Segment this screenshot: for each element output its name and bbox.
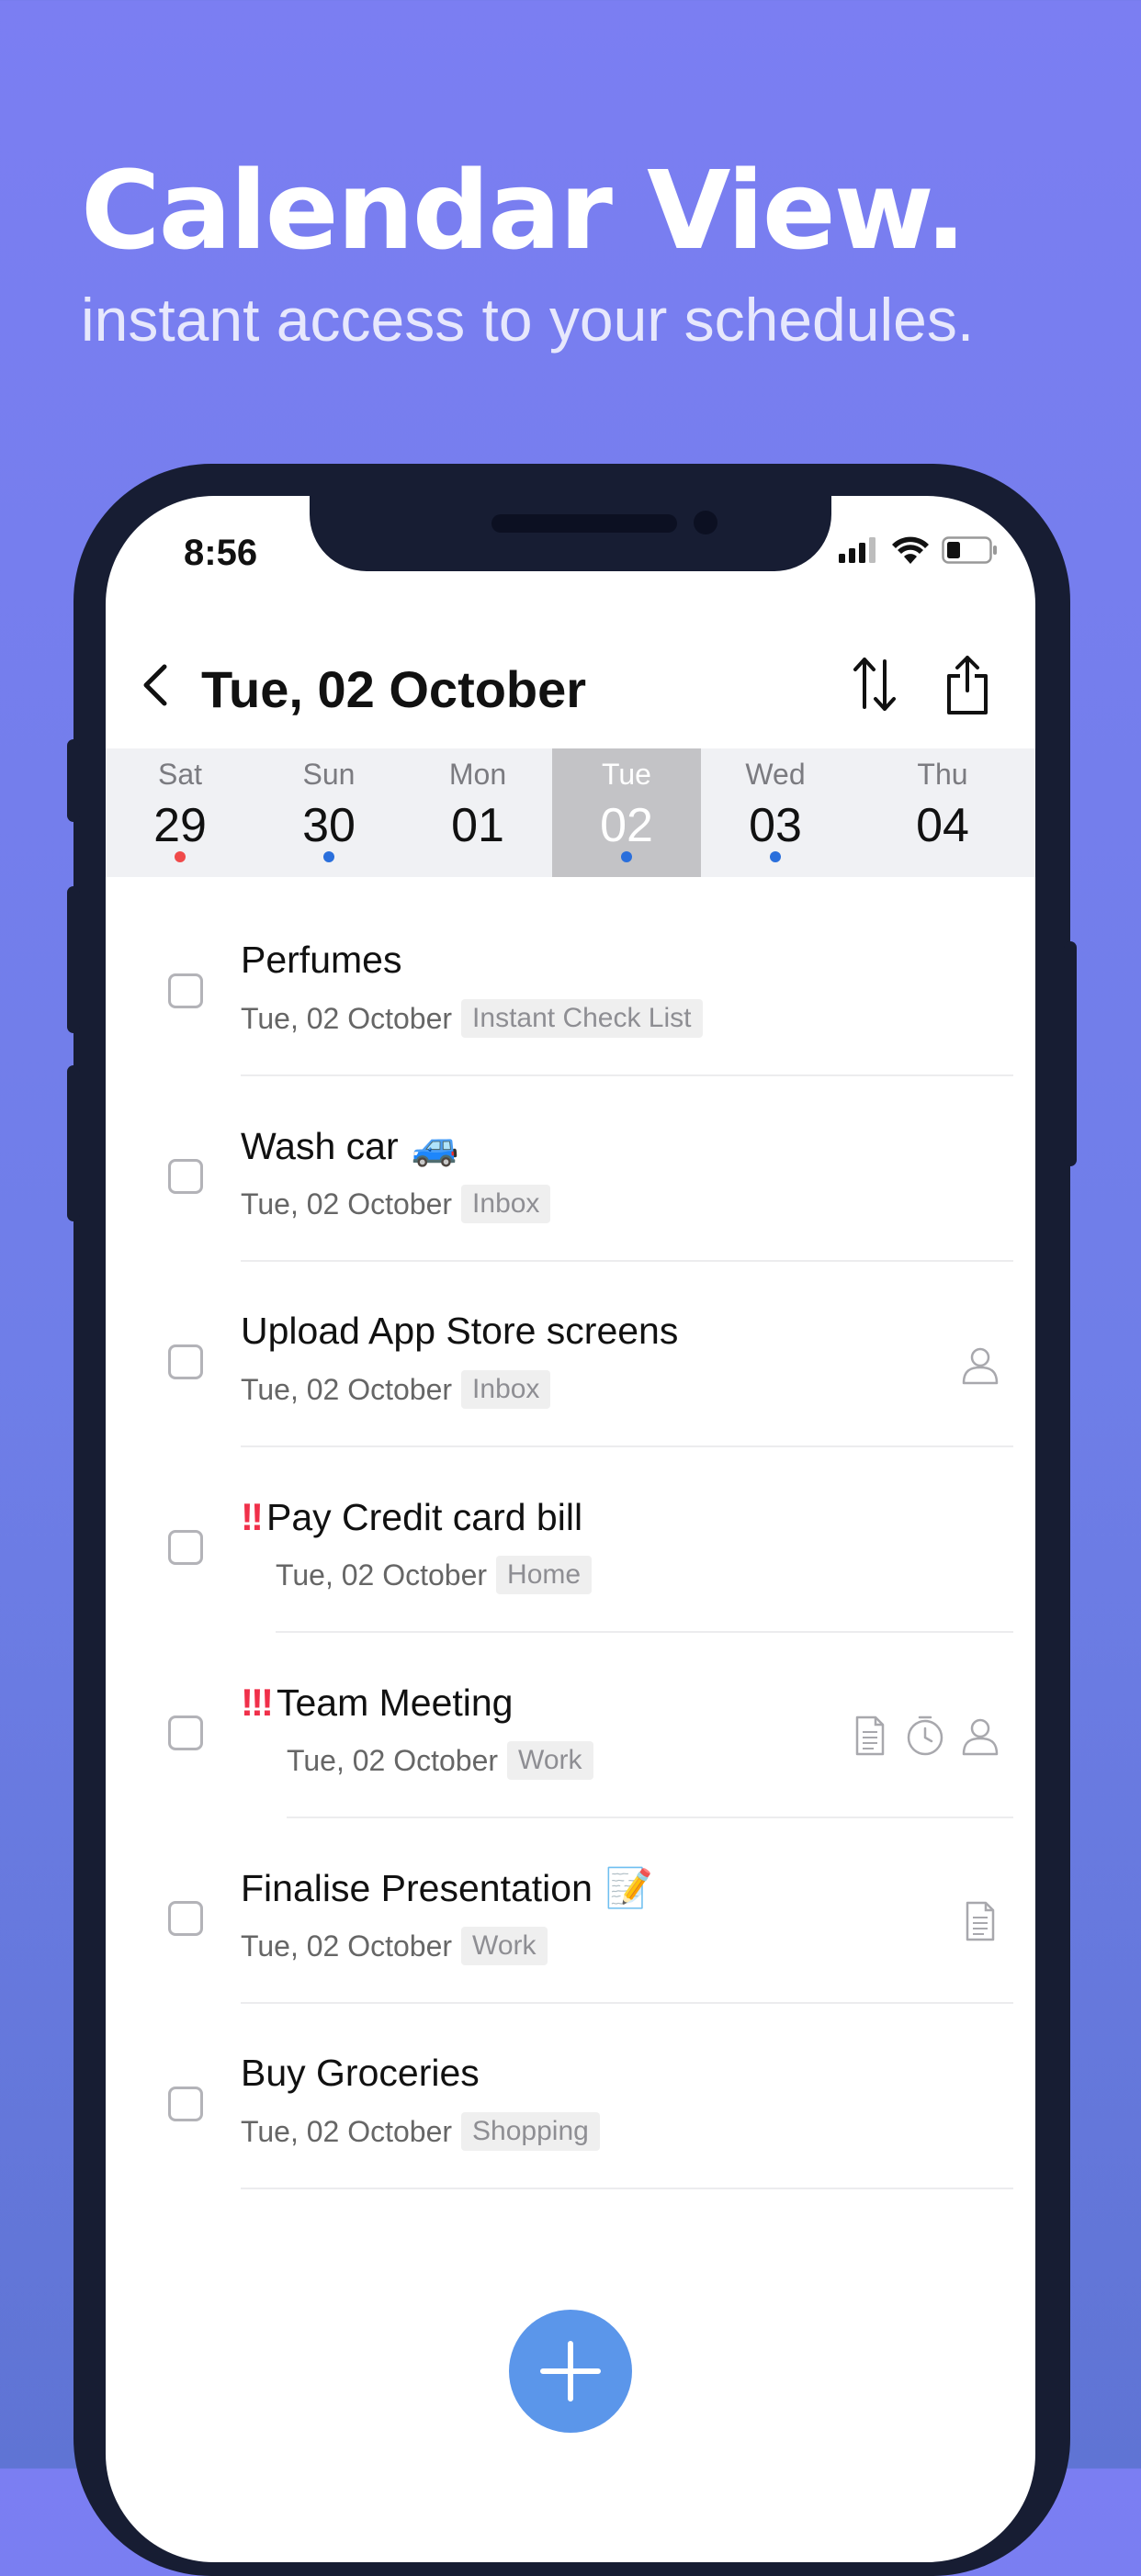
task-title: Team Meeting <box>276 1681 514 1724</box>
phone-screen: 8:56 Tue, 02 October Sat 29 Sun 30 Mon 0… <box>106 496 1035 2562</box>
day-number: 03 <box>749 799 802 852</box>
day-number: 02 <box>600 799 653 852</box>
row-divider <box>241 2188 1013 2189</box>
front-camera <box>694 511 717 534</box>
person-icon <box>958 1714 1002 1758</box>
mute-switch <box>67 739 80 822</box>
task-checkbox[interactable] <box>168 2087 203 2121</box>
task-attribute-icons <box>848 1714 1002 1758</box>
task-date: Tue, 02 October <box>276 1558 488 1592</box>
task-row[interactable]: Upload App Store screens Tue, 02 October I… <box>106 1262 1035 1447</box>
task-list-tag: Home <box>496 1556 593 1594</box>
task-attribute-icons <box>958 1343 1002 1387</box>
note-icon <box>958 1899 1002 1943</box>
day-name: Mon <box>448 758 507 791</box>
speaker-grille <box>491 514 677 533</box>
task-list-tag: Instant Check List <box>461 999 703 1038</box>
notch <box>310 496 831 571</box>
task-title: Upload App Store screens <box>241 1310 679 1352</box>
power-button <box>1064 941 1077 1166</box>
day-name: Sun <box>302 758 356 791</box>
event-indicator-dot <box>621 851 632 862</box>
task-checkbox[interactable] <box>168 1715 203 1750</box>
task-emoji: 🚙 <box>411 1124 459 1167</box>
day-number: 01 <box>451 799 504 852</box>
task-date: Tue, 02 October <box>241 1372 453 1406</box>
task-row[interactable]: Perfumes Tue, 02 October Instant Check Lis… <box>106 891 1035 1076</box>
task-checkbox[interactable] <box>168 1159 203 1194</box>
task-list-tag: Inbox <box>461 1185 551 1223</box>
task-row[interactable]: !!! Team Meeting Tue, 02 October Work <box>106 1633 1035 1818</box>
sort-icon[interactable] <box>848 652 903 716</box>
day-wed[interactable]: Wed 03 <box>701 748 850 877</box>
day-name: Tue <box>602 758 651 791</box>
task-date: Tue, 02 October <box>241 1001 453 1035</box>
battery-icon <box>942 536 997 564</box>
day-sat[interactable]: Sat 29 <box>106 748 254 877</box>
marketing-headline: Calendar View. <box>81 147 966 274</box>
task-date: Tue, 02 October <box>287 1743 499 1777</box>
day-number: 30 <box>302 799 356 852</box>
wifi-icon <box>892 536 929 564</box>
task-list-tag: Work <box>507 1741 593 1780</box>
task-row[interactable]: !! Pay Credit card bill Tue, 02 October Hom… <box>106 1447 1035 1633</box>
task-checkbox[interactable] <box>168 1344 203 1379</box>
week-strip: Sat 29 Sun 30 Mon 01 Tue 02 Wed 03 Thu 04 <box>106 748 1035 877</box>
person-icon <box>958 1343 1002 1387</box>
day-thu[interactable]: Thu 04 <box>850 748 1035 877</box>
day-name: Thu <box>917 758 968 791</box>
task-title: Pay Credit card bill <box>265 1495 583 1538</box>
task-list-tag: Work <box>461 1927 548 1965</box>
day-name: Wed <box>745 758 806 791</box>
task-date: Tue, 02 October <box>241 1187 453 1221</box>
note-icon <box>848 1714 892 1758</box>
task-list-tag: Inbox <box>461 1370 551 1409</box>
volume-down-button <box>67 1065 80 1221</box>
task-list-tag: Shopping <box>461 2112 600 2151</box>
task-attribute-icons <box>958 1899 1002 1943</box>
status-time: 8:56 <box>184 533 258 573</box>
task-checkbox[interactable] <box>168 1901 203 1936</box>
event-indicator-dot <box>323 851 334 862</box>
reminder-clock-icon <box>903 1714 947 1758</box>
task-checkbox[interactable] <box>168 973 203 1008</box>
task-title: Perfumes <box>241 939 402 981</box>
status-icons <box>839 536 999 564</box>
task-title: Wash car <box>241 1125 399 1167</box>
task-row[interactable]: Buy Groceries Tue, 02 October Shopping <box>106 2004 1035 2189</box>
priority-marker: !!! <box>241 1681 274 1724</box>
task-emoji: 📝 <box>604 1866 654 1909</box>
volume-up-button <box>67 886 80 1033</box>
day-mon[interactable]: Mon 01 <box>403 748 552 877</box>
marketing-subheadline: instant access to your schedules. <box>81 286 975 354</box>
priority-marker: !! <box>241 1495 264 1538</box>
day-number: 04 <box>916 799 969 852</box>
share-icon[interactable] <box>940 652 995 716</box>
task-checkbox[interactable] <box>168 1530 203 1565</box>
back-chevron-icon[interactable] <box>133 659 179 711</box>
task-title: Buy Groceries <box>241 2052 480 2094</box>
day-name: Sat <box>157 758 203 791</box>
day-number: 29 <box>153 799 207 852</box>
plus-icon <box>540 2341 601 2402</box>
task-date: Tue, 02 October <box>241 1929 453 1963</box>
day-tue[interactable]: Tue 02 <box>552 748 701 877</box>
event-indicator-dot <box>175 851 186 862</box>
task-title: Finalise Presentation <box>241 1867 593 1909</box>
event-indicator-dot <box>770 851 781 862</box>
page-title: Tue, 02 October <box>201 660 587 718</box>
add-task-button[interactable] <box>509 2310 632 2433</box>
cellular-signal-icon <box>839 537 876 563</box>
day-sun[interactable]: Sun 30 <box>254 748 403 877</box>
task-date: Tue, 02 October <box>241 2114 453 2148</box>
nav-bar: Tue, 02 October <box>106 634 1035 735</box>
task-row[interactable]: Wash car 🚙 Tue, 02 October Inbox <box>106 1076 1035 1262</box>
task-row[interactable]: Finalise Presentation 📝 Tue, 02 October Wor… <box>106 1818 1035 2004</box>
task-list: Perfumes Tue, 02 October Instant Check Lis… <box>106 891 1035 2189</box>
